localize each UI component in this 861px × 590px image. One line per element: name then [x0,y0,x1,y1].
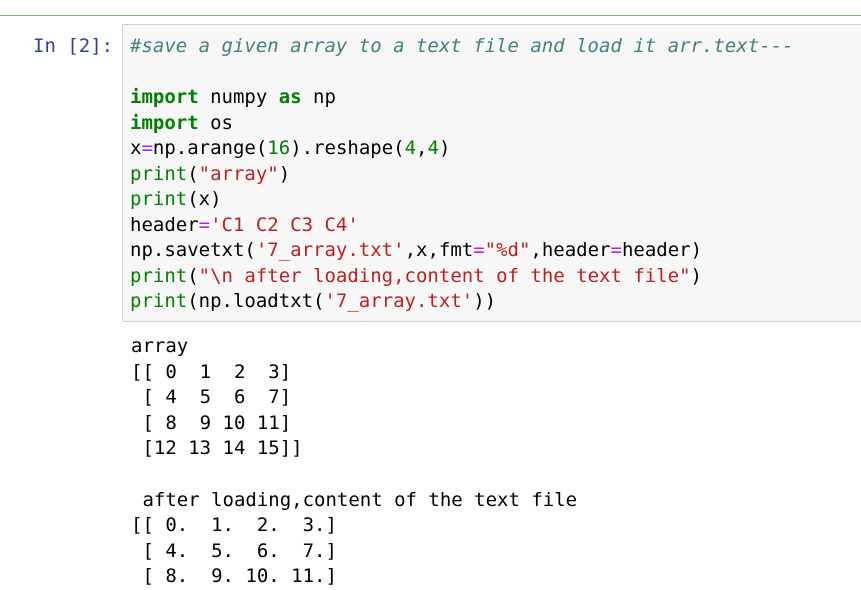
code-token: x [130,137,142,159]
code-token: "\n after loading,content of the text fi… [198,264,691,287]
code-token: #save a given array to a text file and l… [130,35,794,57]
code-token: 16 [267,137,291,159]
code-editor[interactable]: #save a given array to a text file and l… [130,34,793,315]
code-token: numpy [198,86,279,108]
code-line: header='C1 C2 C3 C4' [130,213,793,239]
code-token: ,header [530,239,611,261]
code-token: print [130,188,188,210]
output-line: array [131,335,189,357]
code-line: #save a given array to a text file and l… [130,34,793,60]
code-token: header) [621,239,703,261]
code-token: header [130,213,199,236]
output-line: [[ 0. 1. 2. 3.] [131,514,337,537]
output-line: [ 8 9 10 11] [131,411,292,434]
code-line: print("array") [130,162,793,188]
code-token: 'C1 C2 C3 C4' [210,213,359,236]
code-token: , [416,137,428,159]
code-line: print(x) [130,187,793,213]
code-token: 4 [427,137,439,159]
code-token: = [198,213,211,236]
output-line: [ 8. 9. 10. 11.] [131,565,337,588]
code-token: ) [690,264,702,287]
code-token: (np.loadtxt( [187,290,325,312]
code-token: = [610,239,622,261]
code-line: print(np.loadtxt('7_array.txt')) [130,289,793,315]
code-token: ,x,fmt [404,239,474,261]
cell-top-border [0,15,861,16]
output-line: [ 4. 5. 6. 7.] [131,539,337,562]
code-token: as [278,86,302,108]
code-token: print [130,264,188,287]
code-token: 4 [404,137,417,159]
code-token: ( [187,162,199,185]
input-prompt: In [2]: [33,35,114,57]
code-token: ) [278,162,291,185]
code-line: import numpy as np [130,85,793,111]
cell-output: array [[ 0 1 2 3] [ 4 5 6 7] [ 8 9 10 11]… [131,334,577,590]
code-token: '7_array.txt' [255,239,405,261]
code-token: os [198,111,233,134]
code-token: ) [438,137,451,159]
output-line: after loading,content of the text file [131,488,578,511]
code-token: '7_array.txt' [324,290,474,312]
code-token: np.savetxt( [130,239,256,261]
code-token: print [130,162,188,185]
output-line: [ 4 5 6 7] [131,386,292,409]
code-token: import [130,111,199,134]
code-token: ).reshape( [290,137,405,159]
code-line: x=np.arange(16).reshape(4,4) [130,136,793,162]
code-token: "array" [198,162,279,185]
code-token: print [130,290,188,312]
code-token: np [301,86,336,108]
code-line: import os [130,111,793,137]
code-token: np.arange( [152,137,268,159]
code-token: "%d" [484,239,531,261]
code-line: np.savetxt('7_array.txt',x,fmt="%d",head… [130,238,793,264]
output-line: [12 13 14 15]] [131,437,303,460]
code-token: = [141,137,153,159]
code-token: import [130,86,199,108]
code-token: ( [187,264,199,287]
code-token: (x) [187,188,222,210]
code-token: )) [473,290,497,312]
output-line: [[ 0 1 2 3] [131,360,292,383]
code-token: = [473,239,485,261]
code-line: print("\n after loading,content of the t… [130,264,793,290]
